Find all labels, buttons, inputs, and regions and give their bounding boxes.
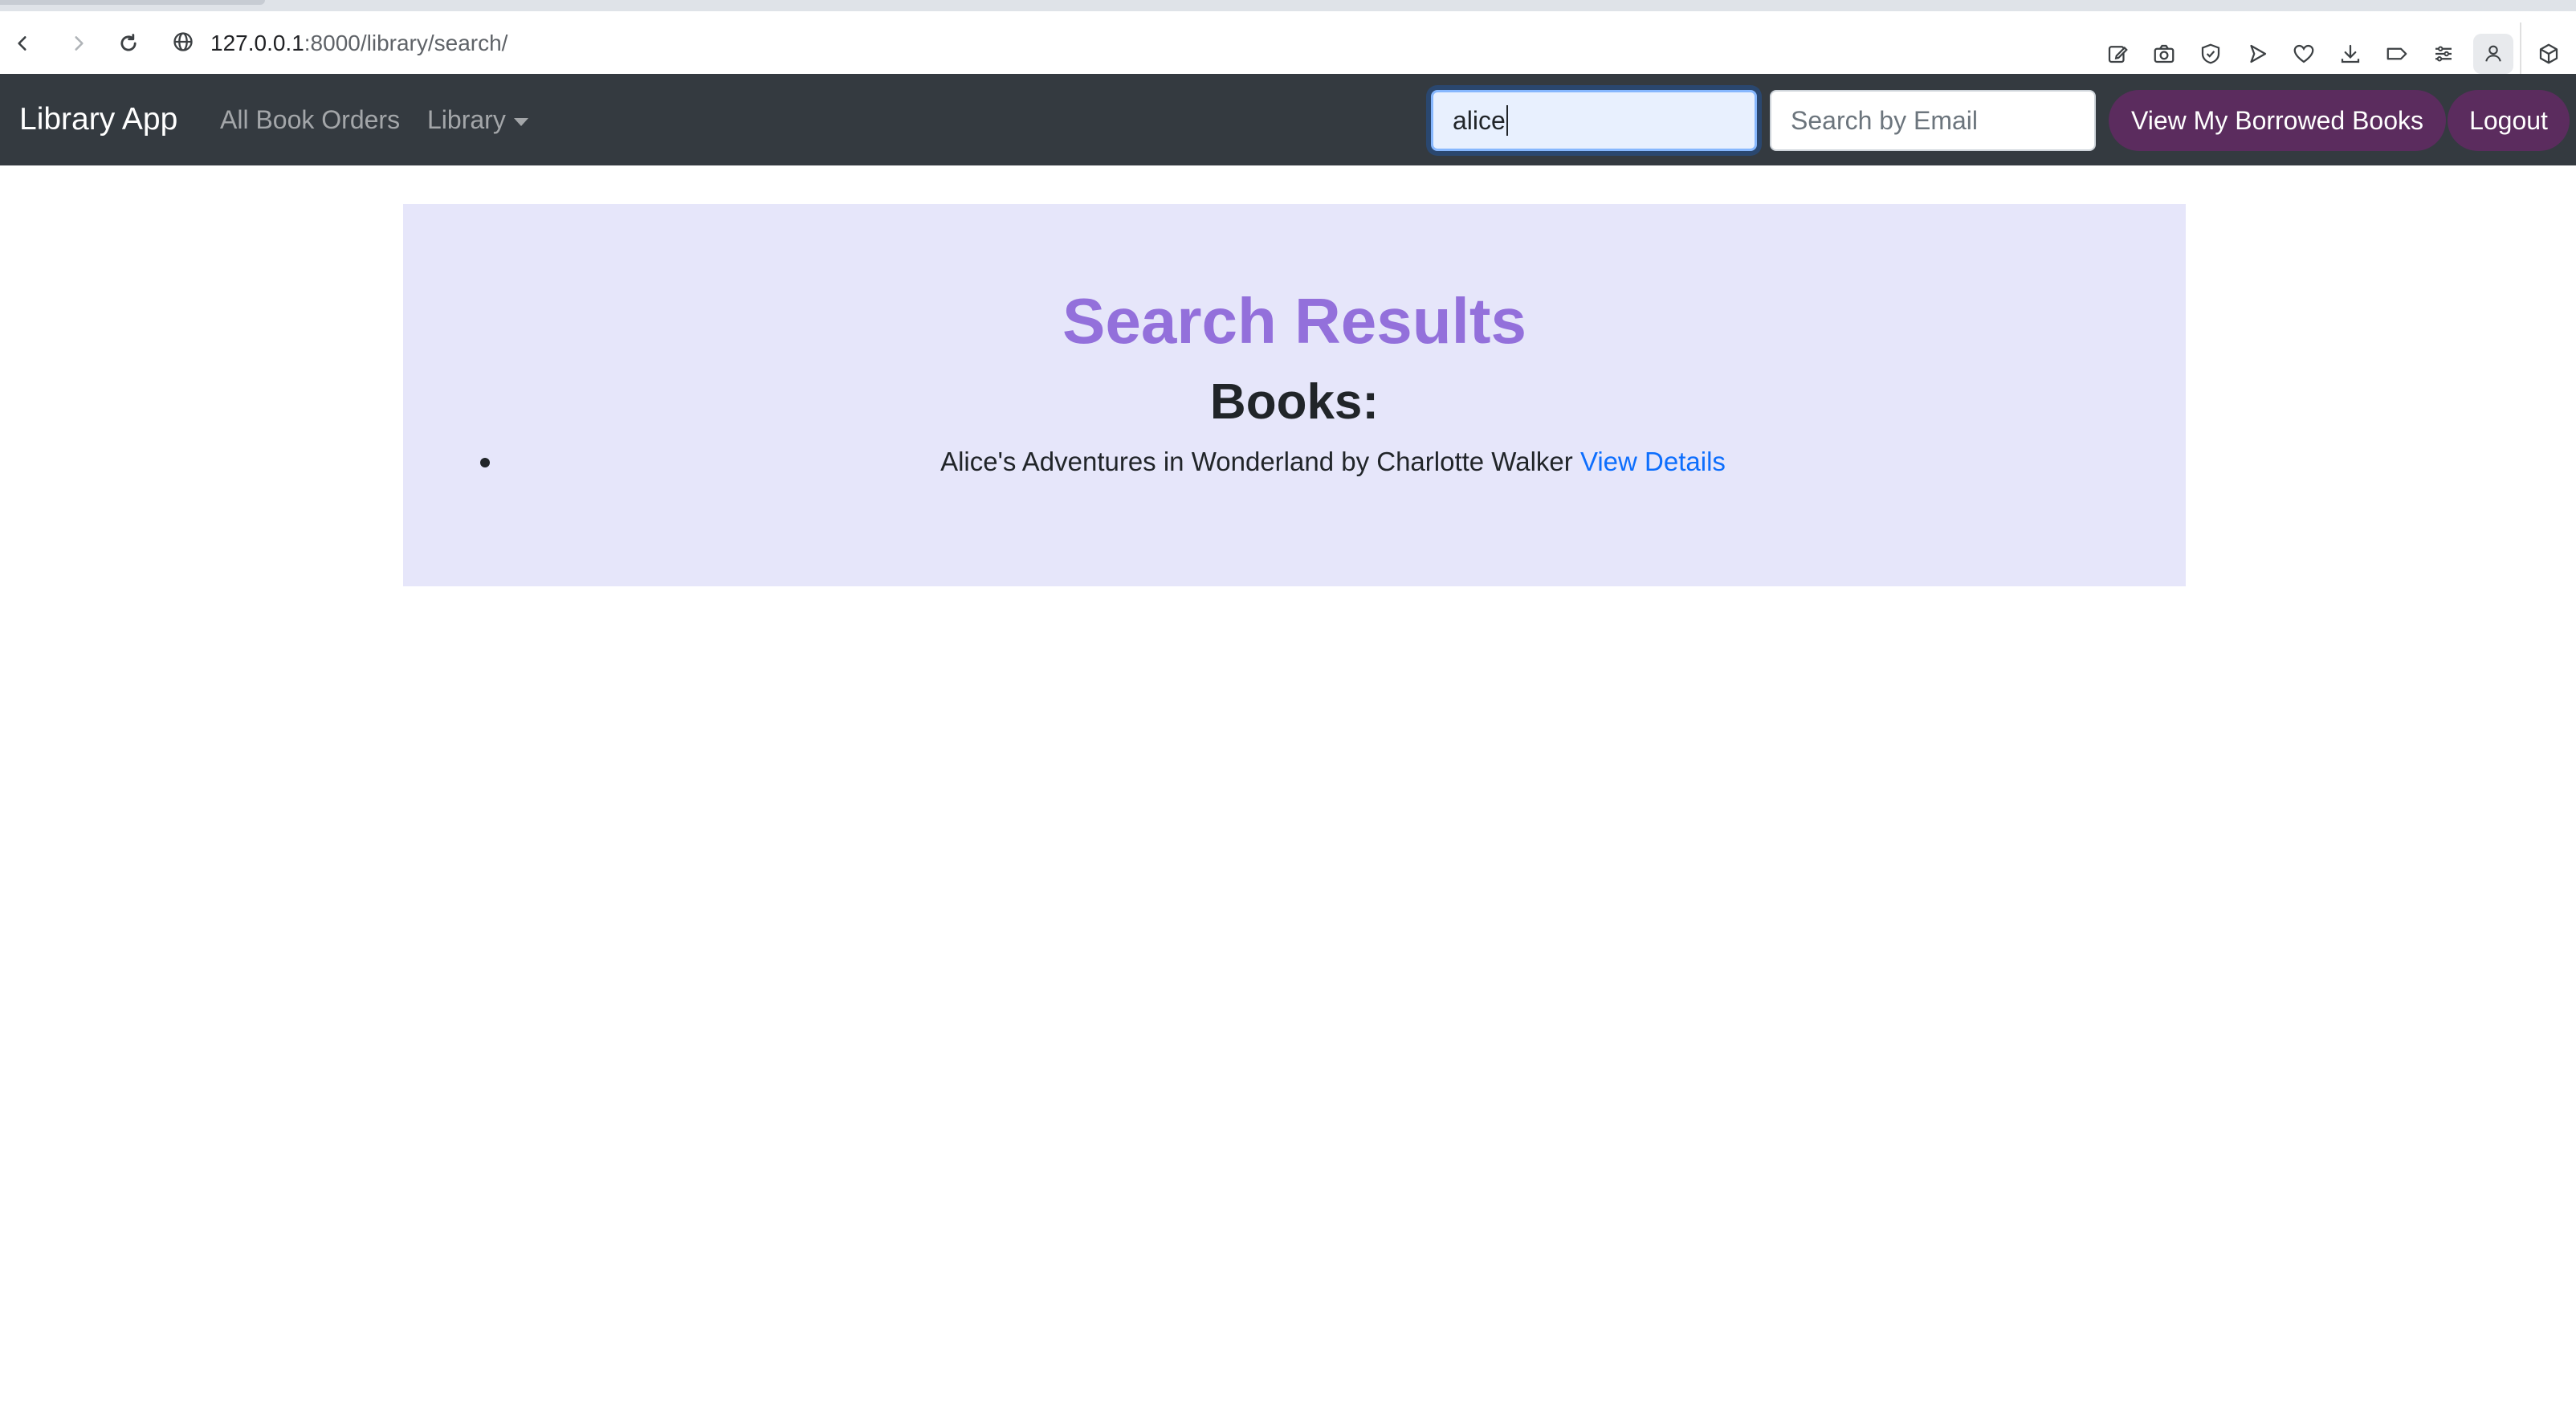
logout-button[interactable]: Logout — [2448, 90, 2570, 151]
navbar: Library App All Book Orders Library alic… — [0, 74, 2576, 165]
play-icon[interactable] — [2234, 31, 2280, 77]
url-host: 127.0.0.1 — [210, 31, 304, 55]
heart-icon[interactable] — [2280, 31, 2327, 77]
profile-icon[interactable] — [2473, 34, 2513, 74]
back-icon[interactable] — [6, 27, 39, 59]
list-item: Alice's Adventures in Wonderland by Char… — [480, 442, 2186, 482]
sliders-icon[interactable] — [2420, 31, 2467, 77]
url-field[interactable]: 127.0.0.1:8000/library/search/ — [172, 27, 507, 59]
view-borrowed-books-button[interactable]: View My Borrowed Books — [2109, 90, 2446, 151]
tab-strip — [0, 0, 265, 5]
browser-toolbar: 127.0.0.1:8000/library/search/ — [0, 11, 2576, 85]
download-icon[interactable] — [2327, 31, 2374, 77]
books-heading: Books: — [1209, 374, 1380, 430]
view-details-link[interactable]: View Details — [1580, 447, 1726, 476]
book-result-text: Alice's Adventures in Wonderland by Char… — [940, 447, 1573, 476]
url-text: 127.0.0.1:8000/library/search/ — [210, 31, 507, 56]
forward-icon[interactable] — [63, 27, 95, 59]
site-info-icon[interactable] — [172, 31, 194, 57]
bullet — [480, 458, 490, 467]
nav-dropdown-library[interactable]: Library — [427, 74, 528, 165]
search-results-panel: Search Results Books: Alice's Adventures… — [403, 204, 2186, 586]
email-search-input[interactable]: Search by Email — [1770, 90, 2096, 151]
search-input-value: alice — [1453, 105, 1506, 135]
camera-icon[interactable] — [2141, 31, 2187, 77]
search-input[interactable]: alice — [1431, 90, 1757, 151]
page-title: Search Results — [1062, 285, 1527, 357]
book-results-list: Alice's Adventures in Wonderland by Char… — [480, 442, 2186, 482]
shield-icon[interactable] — [2187, 31, 2234, 77]
brand-link[interactable]: Library App — [19, 74, 177, 165]
nav-link-all-book-orders[interactable]: All Book Orders — [220, 74, 400, 165]
reload-icon[interactable] — [112, 27, 145, 59]
tag-icon[interactable] — [2374, 31, 2420, 77]
nav-dropdown-label: Library — [427, 105, 506, 134]
edit-icon[interactable] — [2094, 31, 2141, 77]
caret-down-icon — [513, 117, 528, 126]
text-cursor — [1506, 105, 1508, 136]
email-search-placeholder: Search by Email — [1791, 105, 1978, 135]
url-path: :8000/library/search/ — [304, 31, 508, 55]
